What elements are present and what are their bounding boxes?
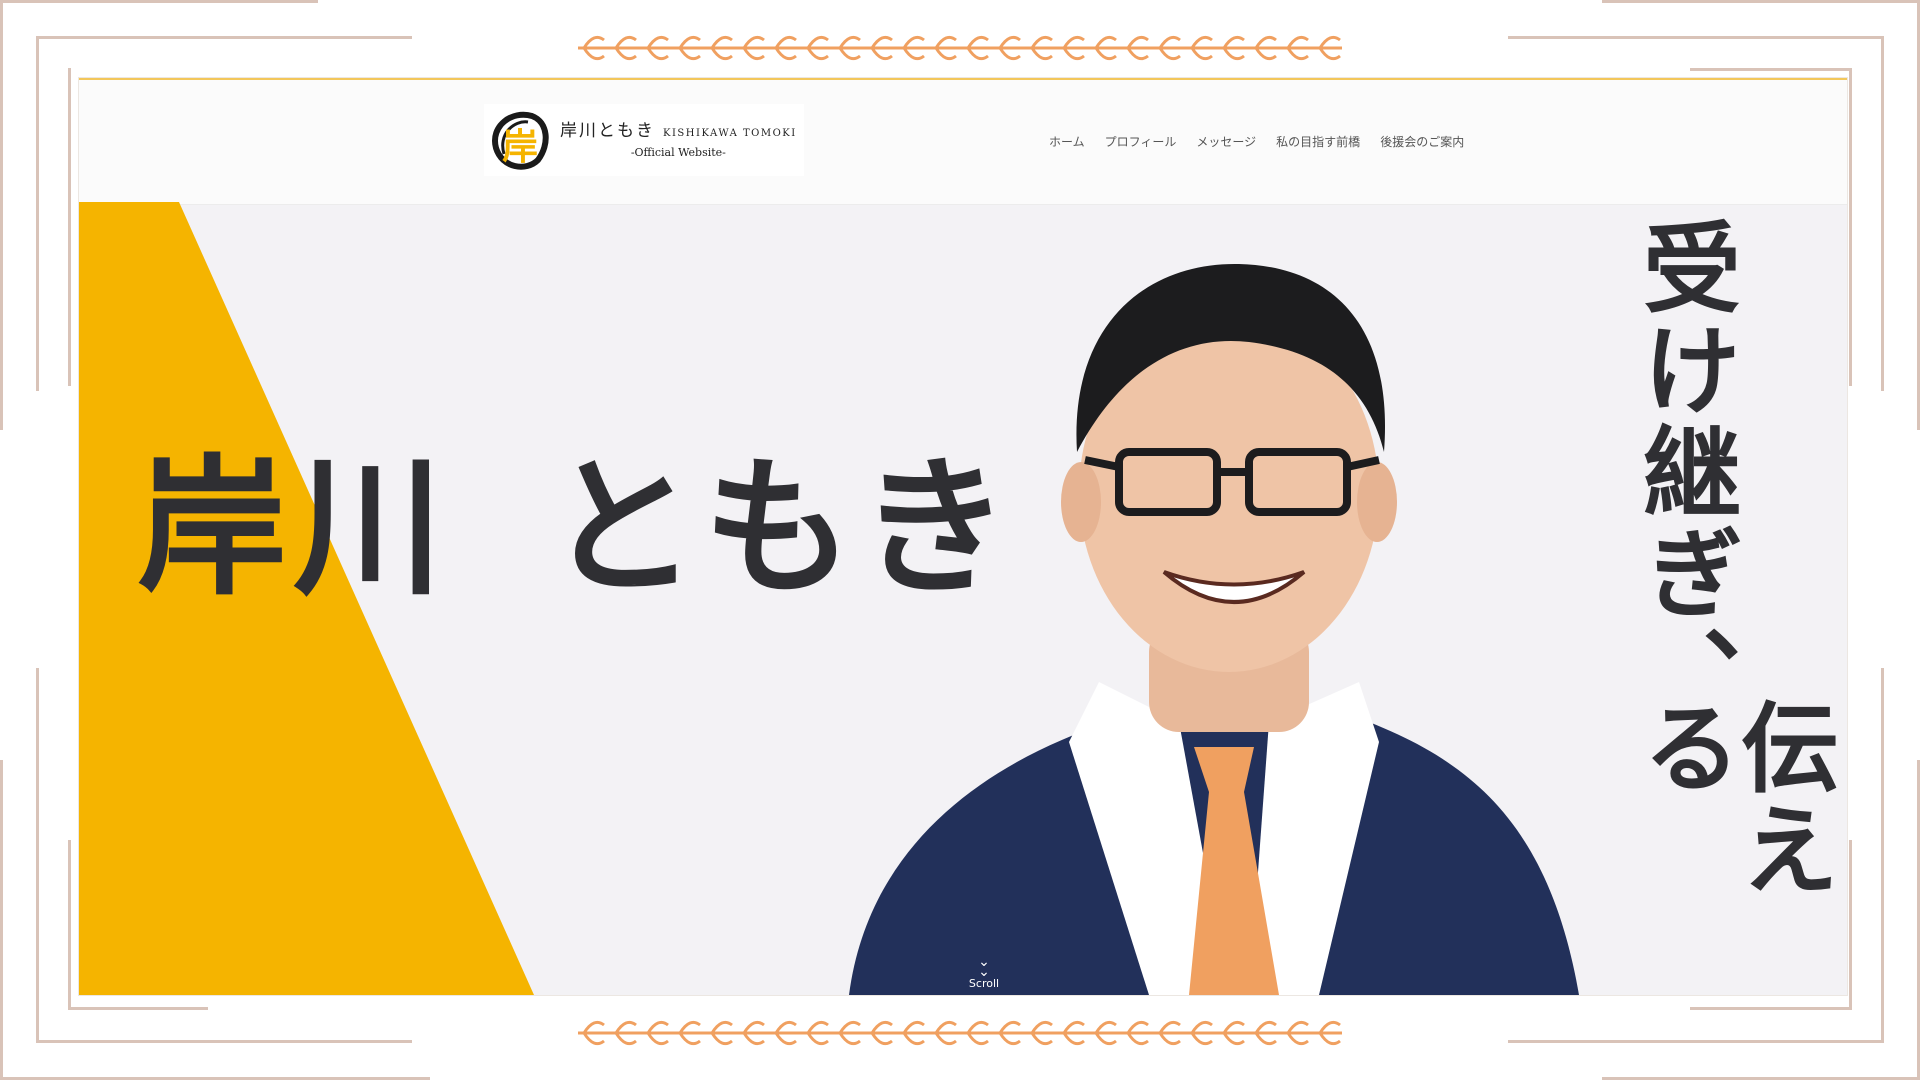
frame-line-mid-left-v <box>68 68 71 386</box>
scroll-indicator[interactable]: ⌄ ⌄ Scroll <box>939 954 1029 990</box>
nav-item-vision[interactable]: 私の目指す前橋 <box>1276 133 1360 150</box>
laurel-garland-bottom <box>578 1020 1342 1046</box>
frame-line-mid-bottom-right <box>1690 1007 1852 1010</box>
laurel-garland-top <box>578 35 1342 61</box>
frame-line-right-top <box>1881 36 1884 391</box>
logo-mark-char: 岸 <box>502 127 539 168</box>
frame-line-left-bottom <box>36 668 39 1043</box>
site-header: 岸 岸川ともき KISHIKAWA TOMOKI -Official Websit… <box>79 78 1847 205</box>
logo-text: 岸川ともき KISHIKAWA TOMOKI -Official Website- <box>560 121 797 159</box>
frame-line-right-bottom <box>1881 668 1884 1043</box>
logo-brush-mark: 岸 <box>484 104 556 176</box>
hero-tagline-1: 受け継ぎ、 <box>1626 217 1740 727</box>
hero-tagline-2: 伝える <box>1626 697 1838 901</box>
frame-line-top-right <box>1602 0 1920 3</box>
site-logo[interactable]: 岸 岸川ともき KISHIKAWA TOMOKI -Official Websit… <box>484 104 804 176</box>
frame-line-mid-right-v-bottom <box>1849 840 1852 1010</box>
scroll-label: Scroll <box>968 977 1000 990</box>
frame-line-mid-right-v <box>1849 68 1852 386</box>
nav-item-profile[interactable]: プロフィール <box>1105 133 1177 150</box>
main-nav: ホーム プロフィール メッセージ 私の目指す前橋 後援会のご案内 <box>1049 133 1464 150</box>
nav-item-supporters[interactable]: 後援会のご案内 <box>1380 133 1464 150</box>
nav-item-home[interactable]: ホーム <box>1049 133 1085 150</box>
hero-candidate-name: 岸川 ともき <box>137 442 1016 616</box>
frame-line-mid-bottom-left <box>68 1007 208 1010</box>
frame-line-inner-top-right <box>1508 36 1884 39</box>
logo-name: 岸川ともき <box>560 121 655 142</box>
website-screenshot: 岸 岸川ともき KISHIKAWA TOMOKI -Official Websit… <box>79 78 1847 995</box>
frame-line-inner-bottom-right <box>1508 1040 1884 1043</box>
frame-line-mid-left-v-bottom <box>68 840 71 1010</box>
hero-section: 岸川 ともき 受け継ぎ、 伝える ⌄ ⌄ Scroll <box>79 202 1847 995</box>
frame-line-inner-bottom-left <box>36 1040 412 1043</box>
frame-line-left-top <box>36 36 39 391</box>
frame-line-left-edge <box>0 0 3 430</box>
ear-left <box>1061 462 1101 542</box>
ear-right <box>1357 462 1397 542</box>
frame-line-left-edge-bottom <box>0 760 3 1080</box>
frame-line-top-left <box>0 0 318 3</box>
logo-name-roman: KISHIKAWA TOMOKI <box>663 128 797 140</box>
frame-line-mid-top-right <box>1690 68 1852 71</box>
frame-line-inner-top-left <box>36 36 412 39</box>
logo-subtitle: -Official Website- <box>630 145 726 159</box>
chevron-double-down-icon: ⌄ ⌄ <box>978 954 990 980</box>
nav-item-message[interactable]: メッセージ <box>1196 133 1256 150</box>
